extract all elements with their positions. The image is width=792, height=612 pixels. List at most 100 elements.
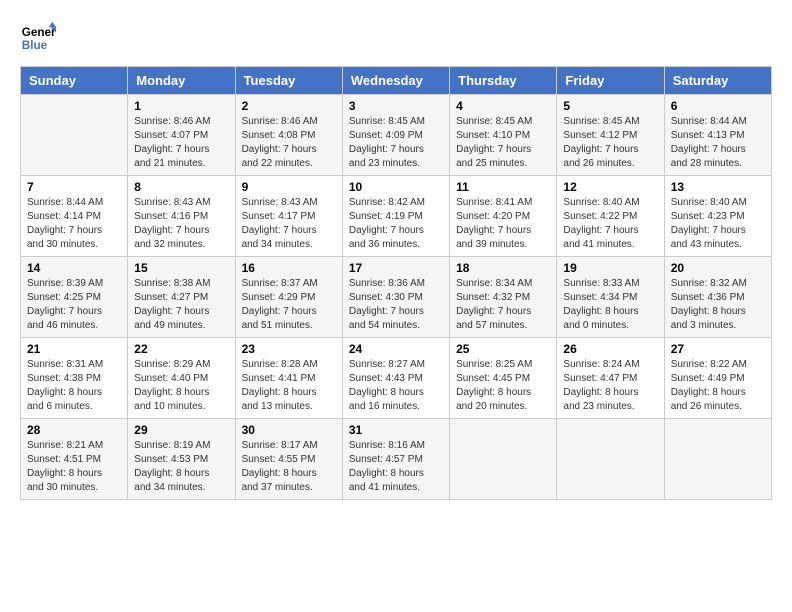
day-number: 9 <box>242 180 336 194</box>
day-cell: 23Sunrise: 8:28 AMSunset: 4:41 PMDayligh… <box>235 338 342 419</box>
day-info: Sunrise: 8:43 AMSunset: 4:16 PMDaylight:… <box>134 196 228 252</box>
day-cell: 22Sunrise: 8:29 AMSunset: 4:40 PMDayligh… <box>128 338 235 419</box>
day-number: 1 <box>134 99 228 113</box>
day-number: 13 <box>671 180 765 194</box>
day-info: Sunrise: 8:17 AMSunset: 4:55 PMDaylight:… <box>242 439 336 495</box>
day-cell: 11Sunrise: 8:41 AMSunset: 4:20 PMDayligh… <box>450 176 557 257</box>
day-cell: 18 Sunrise: 8:34 AMSunset: 4:32 PMDayligh… <box>450 257 557 338</box>
logo-icon: General Blue <box>20 20 56 56</box>
day-cell: 21 Sunrise: 8:31 AMSunset: 4:38 PMDayligh… <box>21 338 128 419</box>
day-info: Sunrise: 8:37 AMSunset: 4:29 PMDaylight:… <box>242 277 336 333</box>
svg-text:Blue: Blue <box>22 39 48 52</box>
day-info: Sunrise: 8:38 AMSunset: 4:27 PMDaylight:… <box>134 277 228 333</box>
day-info: Sunrise: 8:40 AMSunset: 4:22 PMDaylight:… <box>563 196 657 252</box>
day-number: 10 <box>349 180 443 194</box>
day-number: 24 <box>349 342 443 356</box>
week-row-2: 7 Sunrise: 8:44 AMSunset: 4:14 PMDaylight… <box>21 176 772 257</box>
day-cell: 15 Sunrise: 8:38 AMSunset: 4:27 PMDayligh… <box>128 257 235 338</box>
week-row-5: 28 Sunrise: 8:21 AMSunset: 4:51 PMDayligh… <box>21 419 772 500</box>
day-number: 7 <box>27 180 121 194</box>
week-row-3: 14 Sunrise: 8:39 AMSunset: 4:25 PMDayligh… <box>21 257 772 338</box>
day-cell: 24 Sunrise: 8:27 AMSunset: 4:43 PMDayligh… <box>342 338 449 419</box>
header-row: SundayMondayTuesdayWednesdayThursdayFrid… <box>21 67 772 95</box>
day-number: 2 <box>242 99 336 113</box>
day-info: Sunrise: 8:24 AMSunset: 4:47 PMDaylight:… <box>563 358 657 414</box>
day-cell <box>557 419 664 500</box>
day-info: Sunrise: 8:16 AMSunset: 4:57 PMDaylight:… <box>349 439 443 495</box>
day-number: 23 <box>242 342 336 356</box>
day-number: 8 <box>134 180 228 194</box>
day-info: Sunrise: 8:46 AMSunset: 4:07 PMDaylight:… <box>134 115 228 171</box>
day-info: Sunrise: 8:41 AMSunset: 4:20 PMDaylight:… <box>456 196 550 252</box>
day-info: Sunrise: 8:42 AMSunset: 4:19 PMDaylight:… <box>349 196 443 252</box>
day-info: Sunrise: 8:45 AMSunset: 4:10 PMDaylight:… <box>456 115 550 171</box>
day-number: 28 <box>27 423 121 437</box>
day-number: 17 <box>349 261 443 275</box>
day-cell <box>21 95 128 176</box>
day-cell: 7 Sunrise: 8:44 AMSunset: 4:14 PMDaylight… <box>21 176 128 257</box>
day-number: 29 <box>134 423 228 437</box>
day-number: 21 <box>27 342 121 356</box>
day-info: Sunrise: 8:32 AMSunset: 4:36 PMDaylight:… <box>671 277 765 333</box>
day-number: 25 <box>456 342 550 356</box>
day-info: Sunrise: 8:39 AMSunset: 4:25 PMDaylight:… <box>27 277 121 333</box>
day-cell: 27 Sunrise: 8:22 AMSunset: 4:49 PMDayligh… <box>664 338 771 419</box>
day-cell: 1 Sunrise: 8:46 AMSunset: 4:07 PMDaylight… <box>128 95 235 176</box>
day-cell: 19Sunrise: 8:33 AMSunset: 4:34 PMDayligh… <box>557 257 664 338</box>
day-number: 5 <box>563 99 657 113</box>
day-number: 26 <box>563 342 657 356</box>
svg-text:General: General <box>22 26 56 39</box>
day-number: 15 <box>134 261 228 275</box>
week-row-4: 21 Sunrise: 8:31 AMSunset: 4:38 PMDayligh… <box>21 338 772 419</box>
day-cell <box>664 419 771 500</box>
day-cell <box>450 419 557 500</box>
day-info: Sunrise: 8:29 AMSunset: 4:40 PMDaylight:… <box>134 358 228 414</box>
day-number: 16 <box>242 261 336 275</box>
day-info: Sunrise: 8:27 AMSunset: 4:43 PMDaylight:… <box>349 358 443 414</box>
day-cell: 10 Sunrise: 8:42 AMSunset: 4:19 PMDayligh… <box>342 176 449 257</box>
day-cell: 13 Sunrise: 8:40 AMSunset: 4:23 PMDayligh… <box>664 176 771 257</box>
day-cell: 6 Sunrise: 8:44 AMSunset: 4:13 PMDaylight… <box>664 95 771 176</box>
col-header-saturday: Saturday <box>664 67 771 95</box>
day-info: Sunrise: 8:45 AMSunset: 4:12 PMDaylight:… <box>563 115 657 171</box>
day-info: Sunrise: 8:46 AMSunset: 4:08 PMDaylight:… <box>242 115 336 171</box>
day-cell: 30 Sunrise: 8:17 AMSunset: 4:55 PMDayligh… <box>235 419 342 500</box>
day-info: Sunrise: 8:44 AMSunset: 4:13 PMDaylight:… <box>671 115 765 171</box>
col-header-tuesday: Tuesday <box>235 67 342 95</box>
day-cell: 2 Sunrise: 8:46 AMSunset: 4:08 PMDaylight… <box>235 95 342 176</box>
day-number: 31 <box>349 423 443 437</box>
col-header-friday: Friday <box>557 67 664 95</box>
calendar-table: SundayMondayTuesdayWednesdayThursdayFrid… <box>20 66 772 500</box>
logo: General Blue <box>20 20 60 56</box>
day-info: Sunrise: 8:34 AMSunset: 4:32 PMDaylight:… <box>456 277 550 333</box>
day-info: Sunrise: 8:36 AMSunset: 4:30 PMDaylight:… <box>349 277 443 333</box>
day-cell: 28 Sunrise: 8:21 AMSunset: 4:51 PMDayligh… <box>21 419 128 500</box>
day-info: Sunrise: 8:43 AMSunset: 4:17 PMDaylight:… <box>242 196 336 252</box>
day-info: Sunrise: 8:25 AMSunset: 4:45 PMDaylight:… <box>456 358 550 414</box>
day-number: 27 <box>671 342 765 356</box>
day-number: 14 <box>27 261 121 275</box>
day-number: 20 <box>671 261 765 275</box>
day-cell: 16 Sunrise: 8:37 AMSunset: 4:29 PMDayligh… <box>235 257 342 338</box>
day-number: 4 <box>456 99 550 113</box>
day-number: 18 <box>456 261 550 275</box>
day-cell: 25 Sunrise: 8:25 AMSunset: 4:45 PMDayligh… <box>450 338 557 419</box>
day-cell: 17 Sunrise: 8:36 AMSunset: 4:30 PMDayligh… <box>342 257 449 338</box>
day-info: Sunrise: 8:21 AMSunset: 4:51 PMDaylight:… <box>27 439 121 495</box>
day-info: Sunrise: 8:31 AMSunset: 4:38 PMDaylight:… <box>27 358 121 414</box>
col-header-wednesday: Wednesday <box>342 67 449 95</box>
day-info: Sunrise: 8:40 AMSunset: 4:23 PMDaylight:… <box>671 196 765 252</box>
day-cell: 26 Sunrise: 8:24 AMSunset: 4:47 PMDayligh… <box>557 338 664 419</box>
day-number: 19 <box>563 261 657 275</box>
day-cell: 31 Sunrise: 8:16 AMSunset: 4:57 PMDayligh… <box>342 419 449 500</box>
day-number: 6 <box>671 99 765 113</box>
day-cell: 4 Sunrise: 8:45 AMSunset: 4:10 PMDaylight… <box>450 95 557 176</box>
day-info: Sunrise: 8:22 AMSunset: 4:49 PMDaylight:… <box>671 358 765 414</box>
day-cell: 12 Sunrise: 8:40 AMSunset: 4:22 PMDayligh… <box>557 176 664 257</box>
day-info: Sunrise: 8:44 AMSunset: 4:14 PMDaylight:… <box>27 196 121 252</box>
col-header-thursday: Thursday <box>450 67 557 95</box>
day-info: Sunrise: 8:19 AMSunset: 4:53 PMDaylight:… <box>134 439 228 495</box>
day-number: 12 <box>563 180 657 194</box>
day-info: Sunrise: 8:45 AMSunset: 4:09 PMDaylight:… <box>349 115 443 171</box>
day-number: 30 <box>242 423 336 437</box>
